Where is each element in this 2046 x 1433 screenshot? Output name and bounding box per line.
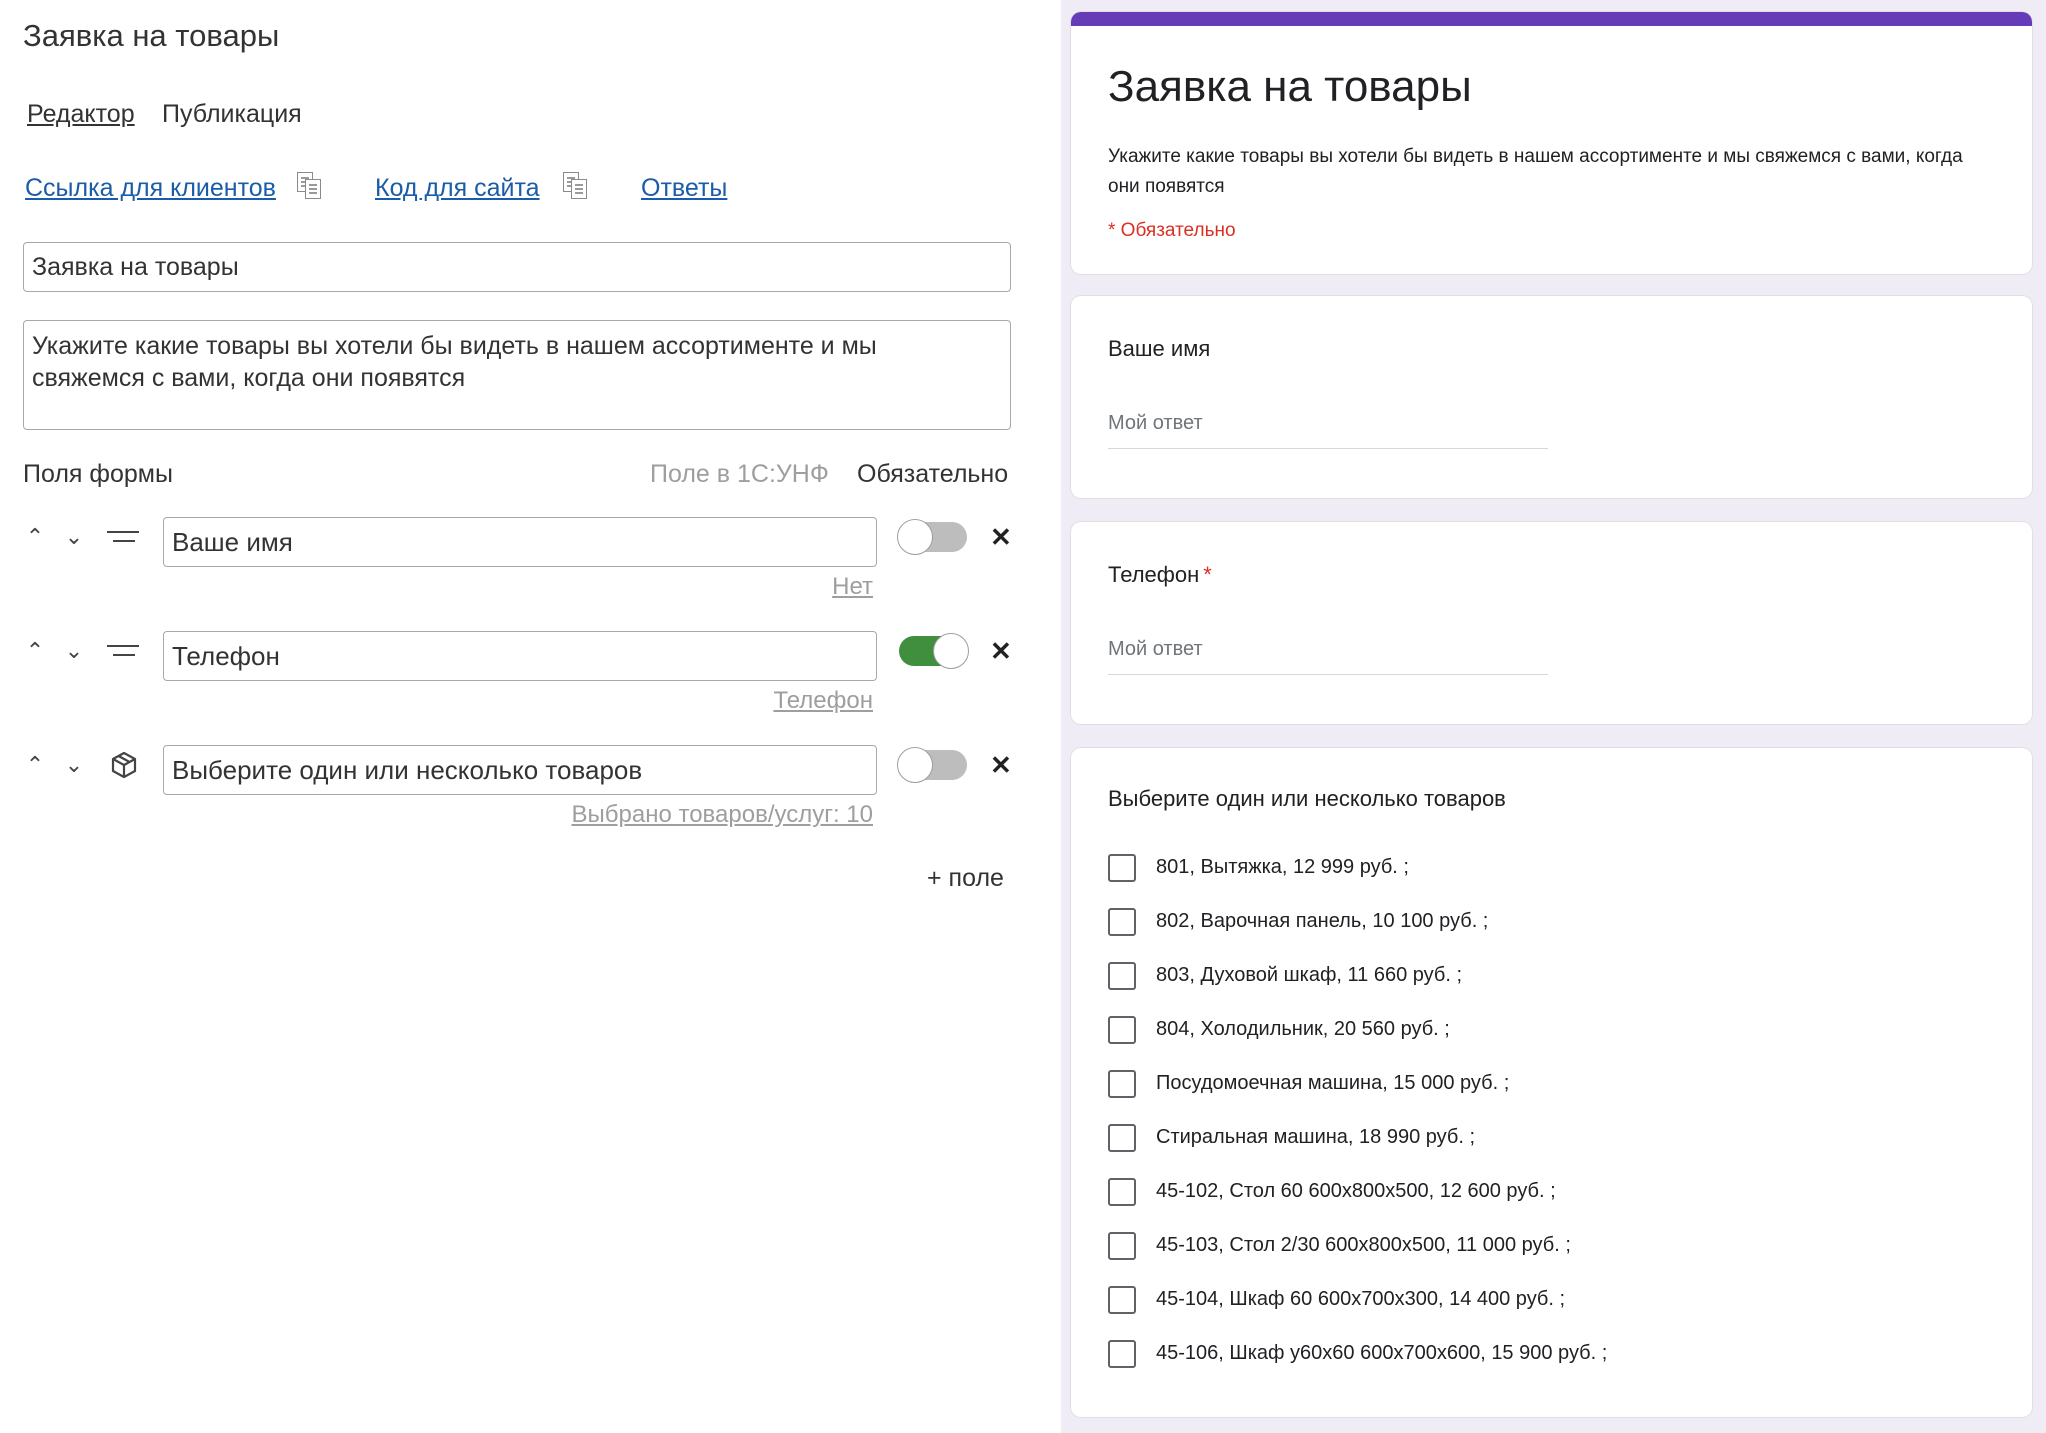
field-mapping-link[interactable]: Телефон xyxy=(773,687,873,715)
checkbox[interactable] xyxy=(1108,1232,1136,1260)
text-field-icon xyxy=(107,645,139,659)
field-name-input[interactable]: Телефон xyxy=(163,631,877,681)
move-up-icon[interactable]: ⌃ xyxy=(24,754,46,776)
form-preview-pane: Заявка на товары Укажите какие товары вы… xyxy=(1061,0,2046,1433)
close-icon[interactable]: ✕ xyxy=(990,524,1012,550)
field-name-input[interactable]: Ваше имя xyxy=(163,517,877,567)
answers-link[interactable]: Ответы xyxy=(641,174,727,203)
move-up-icon[interactable]: ⌃ xyxy=(24,640,46,662)
form-title-input[interactable]: Заявка на товары xyxy=(23,242,1011,292)
form-header-card: Заявка на товары Укажите какие товары вы… xyxy=(1071,12,2032,274)
question-title: Выберите один или несколько товаров xyxy=(1108,786,1506,811)
checkbox-label: 45-104, Шкаф 60 600х700х300, 14 400 руб.… xyxy=(1156,1288,1566,1310)
tab-editor[interactable]: Редактор xyxy=(27,100,135,129)
move-down-icon[interactable]: ⌄ xyxy=(63,640,85,662)
checkbox-label: 802, Варочная панель, 10 100 руб. ; xyxy=(1156,910,1489,932)
field-1c-column-header: Поле в 1С:УНФ xyxy=(650,460,829,488)
question-title: Ваше имя xyxy=(1108,336,1211,361)
checkbox[interactable] xyxy=(1108,1286,1136,1314)
checkbox[interactable] xyxy=(1108,1124,1136,1152)
field-name-input[interactable]: Выберите один или несколько товаров xyxy=(163,745,877,795)
required-toggle[interactable] xyxy=(897,519,967,555)
question-card-name: Ваше имя Мой ответ xyxy=(1071,296,2032,498)
move-down-icon[interactable]: ⌄ xyxy=(63,526,85,548)
required-toggle[interactable] xyxy=(899,633,969,669)
answer-input[interactable]: Мой ответ xyxy=(1108,412,1548,449)
checkbox[interactable] xyxy=(1108,962,1136,990)
tab-publication[interactable]: Публикация xyxy=(162,100,302,129)
close-icon[interactable]: ✕ xyxy=(990,752,1012,778)
preview-form-description: Укажите какие товары вы хотели бы видеть… xyxy=(1108,146,1963,197)
field-mapping-link[interactable]: Нет xyxy=(832,573,873,601)
question-card-phone: Телефон * Мой ответ xyxy=(1071,522,2032,724)
add-field-button[interactable]: + поле xyxy=(927,864,1004,893)
accent-bar xyxy=(1071,12,2032,26)
checkbox[interactable] xyxy=(1108,854,1136,882)
required-toggle[interactable] xyxy=(897,747,967,783)
close-icon[interactable]: ✕ xyxy=(990,638,1012,664)
text-field-icon xyxy=(107,531,139,545)
checkbox[interactable] xyxy=(1108,1340,1136,1368)
form-fields-header: Поля формы xyxy=(23,460,173,488)
required-column-header: Обязательно xyxy=(857,460,1009,488)
site-code-link[interactable]: Код для сайта xyxy=(375,174,540,203)
required-note: * Обязательно xyxy=(1108,220,1236,241)
checkbox-label: 45-106, Шкаф у60х60 600х700х600, 15 900 … xyxy=(1156,1342,1608,1364)
question-card-products: Выберите один или несколько товаров 801,… xyxy=(1071,748,2032,1417)
checkbox-label: Стиральная машина, 18 990 руб. ; xyxy=(1156,1126,1476,1148)
checkbox-label: 801, Вытяжка, 12 999 руб. ; xyxy=(1156,856,1409,878)
product-box-icon xyxy=(111,751,137,779)
form-description-input[interactable]: Укажите какие товары вы хотели бы видеть… xyxy=(23,320,1011,430)
client-link[interactable]: Ссылка для клиентов xyxy=(25,174,276,203)
checkbox-label: 45-103, Стол 2/30 600х800х500, 11 000 ру… xyxy=(1156,1234,1571,1256)
answer-input[interactable]: Мой ответ xyxy=(1108,638,1548,675)
move-down-icon[interactable]: ⌄ xyxy=(63,754,85,776)
move-up-icon[interactable]: ⌃ xyxy=(24,526,46,548)
checkbox-label: Посудомоечная машина, 15 000 руб. ; xyxy=(1156,1072,1510,1094)
field-mapping-link[interactable]: Выбрано товаров/услуг: 10 xyxy=(572,801,874,829)
checkbox-label: 803, Духовой шкаф, 11 660 руб. ; xyxy=(1156,964,1463,986)
checkbox[interactable] xyxy=(1108,908,1136,936)
copy-icon[interactable] xyxy=(297,172,323,200)
question-title: Телефон * xyxy=(1108,562,1212,587)
checkbox[interactable] xyxy=(1108,1178,1136,1206)
form-editor-pane: Заявка на товары Редактор Публикация Ссы… xyxy=(0,0,1061,1433)
checkbox[interactable] xyxy=(1108,1016,1136,1044)
required-mark: * xyxy=(1203,562,1212,587)
editor-title: Заявка на товары xyxy=(23,18,280,53)
preview-form-title: Заявка на товары xyxy=(1108,62,1472,111)
copy-icon[interactable] xyxy=(563,172,589,200)
checkbox-label: 804, Холодильник, 20 560 руб. ; xyxy=(1156,1018,1450,1040)
checkbox[interactable] xyxy=(1108,1070,1136,1098)
checkbox-label: 45-102, Стол 60 600х800х500, 12 600 руб.… xyxy=(1156,1180,1556,1202)
